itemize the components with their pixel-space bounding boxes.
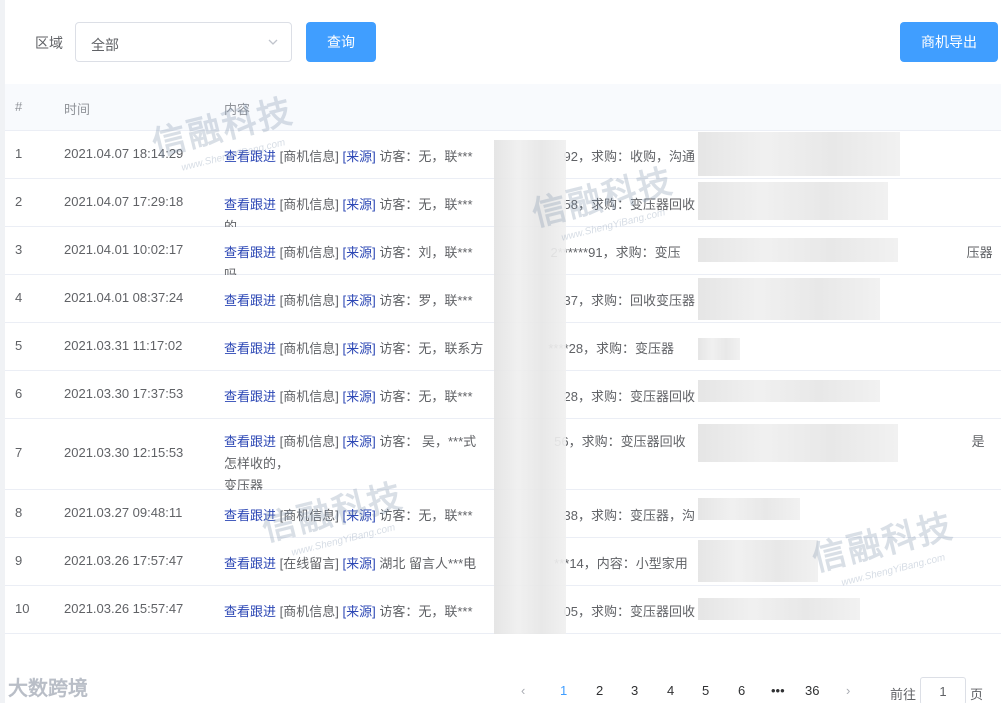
table-header: # 时间 内容 xyxy=(5,84,1001,131)
next-page-icon[interactable]: › xyxy=(846,683,850,698)
row-time: 2021.03.26 15:57:47 xyxy=(64,601,184,616)
row-time: 2021.03.27 09:48:11 xyxy=(64,505,183,520)
page-number[interactable]: 6 xyxy=(738,683,745,698)
row-source: [来源] xyxy=(342,197,376,212)
header-content: 内容 xyxy=(224,102,251,117)
redaction-mask xyxy=(698,132,900,176)
view-followup-link[interactable]: 查看跟进 xyxy=(224,604,276,619)
row-index: 1 xyxy=(15,146,23,161)
redaction-mask xyxy=(698,238,898,262)
row-index: 2 xyxy=(15,194,23,209)
row-source: [来源] xyxy=(342,149,376,164)
goto-suffix: 页 xyxy=(970,687,984,702)
row-source: [来源] xyxy=(342,508,376,523)
view-followup-link[interactable]: 查看跟进 xyxy=(224,389,276,404)
page-ellipsis[interactable]: ••• xyxy=(771,683,785,698)
row-source: [来源] xyxy=(342,341,376,356)
row-source: [来源] xyxy=(342,434,376,449)
row-category: [在线留言] xyxy=(279,556,339,571)
region-select[interactable]: 全部 xyxy=(75,22,292,62)
view-followup-link[interactable]: 查看跟进 xyxy=(224,293,276,308)
row-category: [商机信息] xyxy=(279,293,339,308)
view-followup-link[interactable]: 查看跟进 xyxy=(224,341,276,356)
goto-prefix: 前往 xyxy=(890,687,917,702)
view-followup-link[interactable]: 查看跟进 xyxy=(224,149,276,164)
row-category: [商机信息] xyxy=(279,245,339,260)
row-index: 7 xyxy=(15,445,23,460)
row-time: 2021.03.30 17:37:53 xyxy=(64,386,184,401)
row-content: 查看跟进 [商机信息] [来源] 访客：无，联系方 ****28，求购：变压器 xyxy=(224,338,994,360)
redaction-mask xyxy=(698,598,860,620)
row-category: [商机信息] xyxy=(279,434,339,449)
redaction-mask xyxy=(698,338,740,360)
row-time: 2021.03.31 11:17:02 xyxy=(64,338,183,353)
row-index: 10 xyxy=(15,601,30,616)
page-number[interactable]: 1 xyxy=(560,683,567,698)
row-time: 2021.03.30 12:15:53 xyxy=(64,445,184,460)
view-followup-link[interactable]: 查看跟进 xyxy=(224,434,276,449)
page-number[interactable]: 4 xyxy=(667,683,674,698)
prev-page-icon[interactable]: ‹ xyxy=(521,683,525,698)
chevron-down-icon xyxy=(268,39,278,45)
page-number[interactable]: 3 xyxy=(631,683,638,698)
row-source: [来源] xyxy=(342,245,376,260)
row-content: 查看跟进 [商机信息] [来源] 访客：无，联*** 05，求购：变压器回收 xyxy=(224,601,994,623)
row-source: [来源] xyxy=(342,604,376,619)
row-index: 8 xyxy=(15,505,23,520)
query-button[interactable]: 查询 xyxy=(306,22,376,62)
row-time: 2021.04.01 08:37:24 xyxy=(64,290,184,305)
filter-toolbar: 区域 全部 查询 商机导出 xyxy=(0,0,1001,84)
row-source: [来源] xyxy=(342,556,376,571)
goto-page-input[interactable] xyxy=(920,677,966,703)
redaction-mask xyxy=(698,278,880,320)
redaction-mask xyxy=(698,424,898,462)
export-button[interactable]: 商机导出 xyxy=(900,22,998,62)
row-index: 6 xyxy=(15,386,23,401)
row-content: 查看跟进 [在线留言] [来源] 湖北 留言人***电 ***14，内容：小型家… xyxy=(224,553,994,575)
view-followup-link[interactable]: 查看跟进 xyxy=(224,197,276,212)
view-followup-link[interactable]: 查看跟进 xyxy=(224,556,276,571)
header-time: 时间 xyxy=(64,102,91,117)
row-index: 5 xyxy=(15,338,23,353)
redaction-mask xyxy=(698,182,888,220)
page-number[interactable]: 36 xyxy=(805,683,819,698)
row-time: 2021.04.01 10:02:17 xyxy=(64,242,184,257)
row-content: 查看跟进 [商机信息] [来源] 访客：无，联*** 38，求购：变压器，沟 xyxy=(224,505,994,527)
header-index: # xyxy=(15,99,23,114)
region-label: 区域 xyxy=(35,35,63,51)
page-number[interactable]: 5 xyxy=(702,683,709,698)
view-followup-link[interactable]: 查看跟进 xyxy=(224,508,276,523)
region-select-value: 全部 xyxy=(91,37,119,53)
row-index: 9 xyxy=(15,553,23,568)
row-index: 4 xyxy=(15,290,23,305)
row-category: [商机信息] xyxy=(279,389,339,404)
redaction-mask-phone xyxy=(494,140,566,634)
pagination: ‹ 1 2 3 4 5 6 ••• 36 › 前往 页 xyxy=(0,675,1001,703)
row-source: [来源] xyxy=(342,293,376,308)
row-time: 2021.04.07 18:14:29 xyxy=(64,146,184,161)
redaction-mask xyxy=(698,540,818,582)
row-category: [商机信息] xyxy=(279,604,339,619)
view-followup-link[interactable]: 查看跟进 xyxy=(224,245,276,260)
row-source: [来源] xyxy=(342,389,376,404)
row-category: [商机信息] xyxy=(279,197,339,212)
row-category: [商机信息] xyxy=(279,149,339,164)
row-time: 2021.03.26 17:57:47 xyxy=(64,553,184,568)
row-category: [商机信息] xyxy=(279,508,339,523)
row-time: 2021.04.07 17:29:18 xyxy=(64,194,184,209)
page-number[interactable]: 2 xyxy=(596,683,603,698)
redaction-mask xyxy=(698,380,880,402)
row-index: 3 xyxy=(15,242,23,257)
redaction-mask xyxy=(698,498,800,520)
row-category: [商机信息] xyxy=(279,341,339,356)
